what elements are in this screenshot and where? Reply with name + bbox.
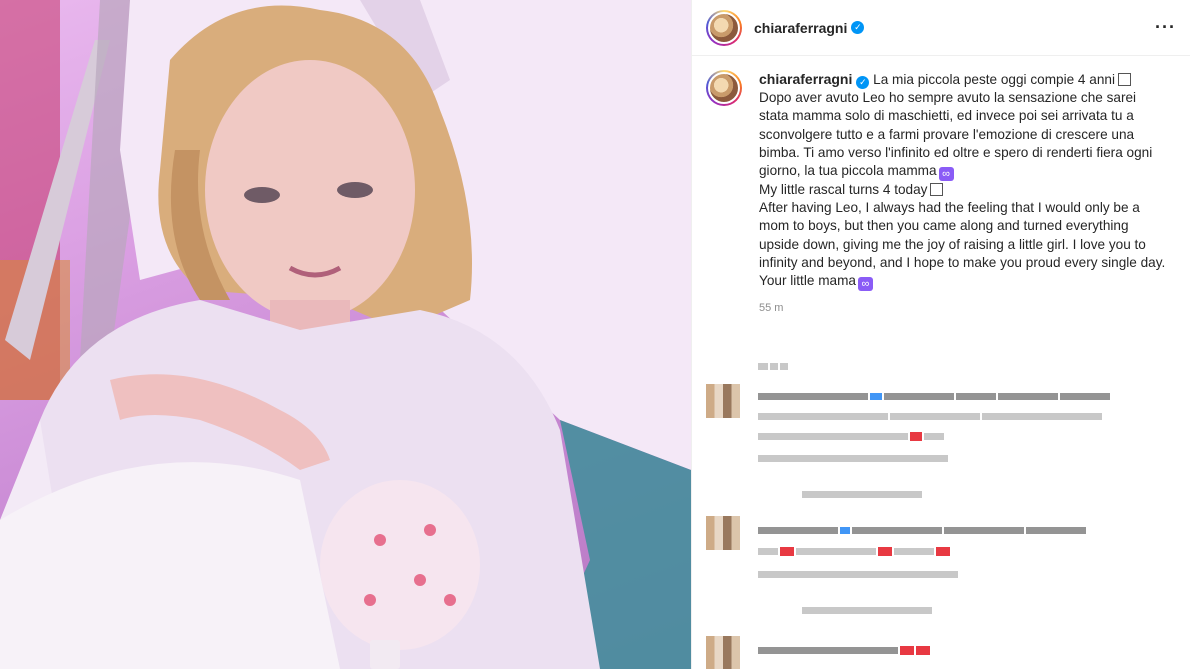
author-avatar[interactable]	[706, 9, 742, 46]
post-caption: chiaraferragni ✓ La mia piccola peste ogg…	[759, 70, 1169, 317]
post-header: chiaraferragni ✓ ···	[692, 0, 1190, 56]
verified-badge-icon: ✓	[856, 75, 870, 89]
blurred-view-replies[interactable]	[802, 486, 924, 504]
post-photo[interactable]	[0, 0, 691, 669]
caption-it-body: Dopo aver avuto Leo ho sempre avuto la s…	[759, 90, 1153, 179]
verified-badge-icon: ✓	[851, 21, 865, 34]
blurred-comment-text	[758, 388, 1112, 406]
blurred-comment-text	[758, 642, 932, 660]
caption-block: chiaraferragni ✓ La mia piccola peste ogg…	[692, 56, 1190, 317]
author-username[interactable]: chiaraferragni	[754, 20, 847, 36]
blurred-comment-text	[758, 408, 1104, 426]
caption-username[interactable]: chiaraferragni	[759, 71, 852, 87]
caption-avatar[interactable]	[706, 70, 742, 106]
caption-en-body: After having Leo, I always had the feeli…	[759, 200, 1166, 270]
post-timestamp[interactable]: 55 m	[759, 299, 1169, 317]
emoji-placeholder-icon	[1117, 73, 1131, 86]
infinity-emoji: ∞	[857, 277, 873, 292]
blurred-comment-text	[758, 522, 1088, 540]
blurred-meta	[758, 358, 790, 376]
caption-it-line1: La mia piccola peste oggi compie 4 anni	[873, 72, 1115, 87]
blurred-view-replies[interactable]	[802, 602, 934, 620]
comment-avatar[interactable]	[706, 384, 740, 418]
infinity-emoji: ∞	[938, 167, 954, 182]
comment-avatar[interactable]	[706, 636, 740, 669]
emoji-placeholder-icon	[930, 183, 944, 197]
post-side-panel: chiaraferragni ✓ ··· chiaraferragni ✓ La …	[691, 0, 1190, 669]
comment-avatar[interactable]	[706, 516, 740, 550]
blurred-comment-text	[758, 428, 946, 446]
caption-en-line1: My little rascal turns 4 today	[759, 182, 928, 198]
blurred-comment-text	[758, 543, 952, 561]
blurred-comment-meta	[758, 450, 950, 468]
instagram-post-view: chiaraferragni ✓ ··· chiaraferragni ✓ La …	[0, 0, 1190, 669]
caption-en-sign: Your little mama	[759, 273, 856, 289]
photo-illustration	[0, 0, 691, 669]
more-options-icon[interactable]: ···	[1155, 17, 1176, 38]
blurred-comment-meta	[758, 566, 960, 584]
